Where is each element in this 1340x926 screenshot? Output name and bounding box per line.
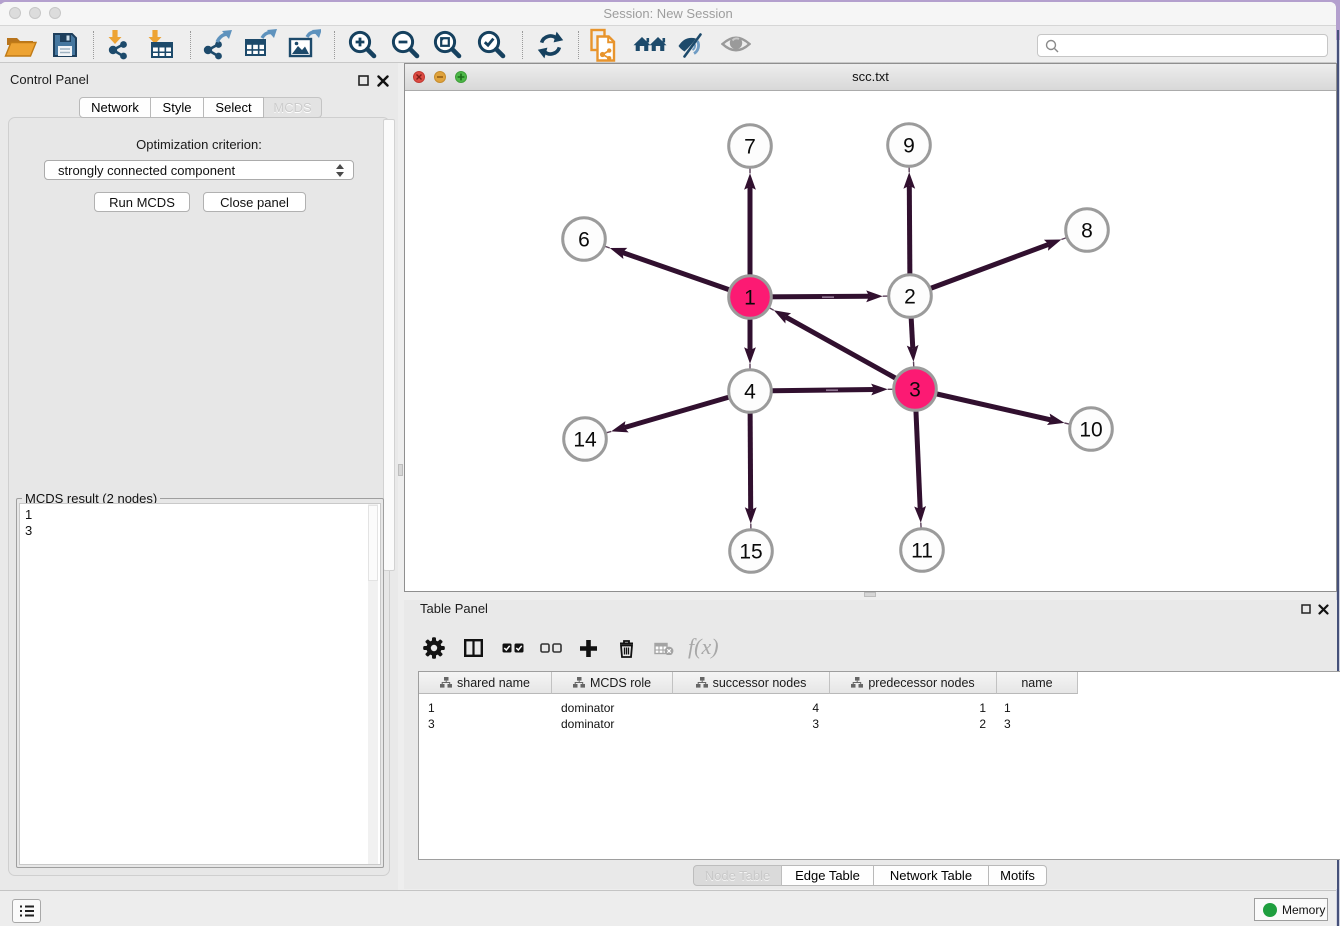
svg-text:4: 4: [744, 381, 756, 404]
svg-text:11: 11: [911, 540, 933, 563]
svg-text:7: 7: [744, 136, 756, 159]
svg-text:3: 3: [909, 379, 921, 402]
svg-text:10: 10: [1079, 419, 1102, 442]
svg-text:2: 2: [904, 286, 916, 309]
svg-text:9: 9: [903, 135, 915, 158]
svg-text:15: 15: [739, 541, 762, 564]
svg-text:1: 1: [744, 287, 756, 310]
svg-text:6: 6: [578, 229, 590, 252]
svg-text:14: 14: [573, 429, 597, 452]
svg-text:8: 8: [1081, 220, 1093, 243]
